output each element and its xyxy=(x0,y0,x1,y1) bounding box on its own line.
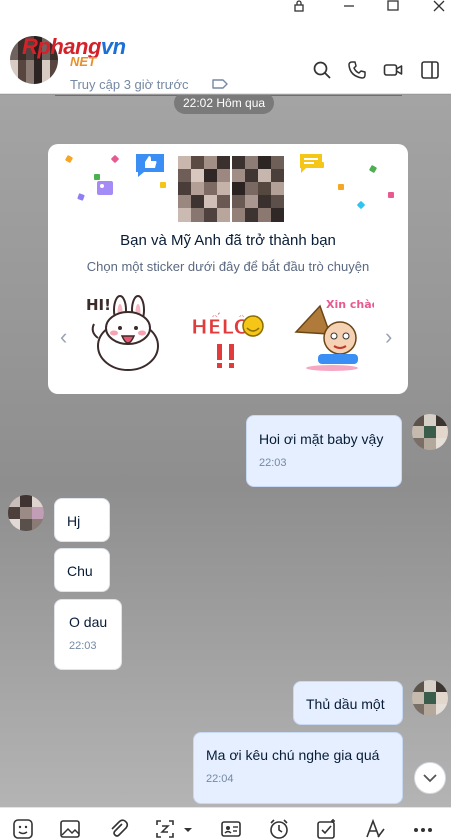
composer-toolbar xyxy=(0,807,451,840)
sticker-icon[interactable] xyxy=(12,818,34,840)
xin-chao-sticker-text: Xin chào xyxy=(326,298,374,311)
sticker-prev-arrow[interactable]: ‹ xyxy=(60,324,67,350)
user-avatar-pixelated xyxy=(178,156,230,222)
message-text: Hj xyxy=(67,513,81,529)
text-format-icon[interactable] xyxy=(364,818,386,840)
photo-decoration-icon xyxy=(97,181,113,195)
watermark-net: NET xyxy=(70,54,96,69)
message-time: 22:03 xyxy=(259,457,287,469)
phone-icon[interactable] xyxy=(347,60,367,80)
message-bubble-sent[interactable]: Hoi ơi mặt baby vậy 22:03 xyxy=(246,415,402,487)
chevron-down-icon xyxy=(423,774,437,783)
confetti-decoration xyxy=(64,154,74,164)
message-text: O dau xyxy=(69,614,108,630)
confetti-decoration xyxy=(110,154,120,164)
search-icon[interactable] xyxy=(312,60,332,80)
message-bubble-received[interactable]: Chu xyxy=(54,548,110,592)
xin-chao-sticker[interactable]: Xin chào xyxy=(292,292,374,374)
confetti-decoration xyxy=(368,164,378,174)
my-avatar[interactable] xyxy=(412,680,448,716)
message-text: Ma ơi kêu chú nghe gia quá xyxy=(206,747,380,763)
hi-sticker-text: HI! xyxy=(86,296,111,314)
message-text: Chu xyxy=(67,563,93,579)
message-text: Hoi ơi mặt baby vậy xyxy=(259,431,384,447)
new-friend-card: Bạn và Mỹ Anh đã trở thành bạn Chọn một … xyxy=(48,144,408,394)
thumbs-up-chat-icon xyxy=(136,154,164,177)
attach-file-icon[interactable] xyxy=(107,818,129,840)
scroll-to-bottom-button[interactable] xyxy=(414,762,446,794)
chat-area[interactable]: 22:02 Hôm qua Bạn và Mỹ Anh đã trở thành… xyxy=(0,95,451,807)
task-checklist-icon[interactable] xyxy=(316,818,338,840)
contact-card-icon[interactable] xyxy=(220,818,242,840)
chat-bubble-decoration-icon xyxy=(300,154,322,173)
confetti-decoration xyxy=(388,192,394,198)
hello-sticker-text: HẾLÔ xyxy=(191,313,250,339)
image-icon[interactable] xyxy=(59,818,81,840)
conversation-header: Rphangvn NET Truy cập 3 giờ trước xyxy=(0,14,451,94)
confetti-decoration xyxy=(338,184,344,190)
minimize-icon[interactable] xyxy=(342,0,356,12)
hello-sticker[interactable]: HẾLÔ xyxy=(187,292,269,374)
message-time: 22:04 xyxy=(206,773,234,785)
video-call-icon[interactable] xyxy=(383,60,403,80)
conversation-info-icon[interactable] xyxy=(420,60,440,80)
hi-sticker[interactable]: HI! xyxy=(84,292,166,374)
message-bubble-sent[interactable]: Ma ơi kêu chú nghe gia quá 22:04 xyxy=(193,732,403,804)
screenshot-icon[interactable] xyxy=(154,818,176,840)
confetti-decoration xyxy=(77,193,85,201)
time-divider-label: 22:02 Hôm qua xyxy=(174,95,275,114)
close-icon[interactable] xyxy=(432,0,446,12)
screenshot-options-icon[interactable] xyxy=(181,818,195,840)
message-bubble-received[interactable]: O dau 22:03 xyxy=(54,599,122,670)
message-text: Thủ dầu một xyxy=(306,696,385,712)
window-titlebar xyxy=(0,0,451,14)
confetti-decoration xyxy=(160,182,166,188)
my-avatar[interactable] xyxy=(412,414,448,450)
friend-card-subtitle: Chọn một sticker dưới đây để bắt đầu trò… xyxy=(86,259,370,274)
message-time: 22:03 xyxy=(69,640,97,652)
friend-card-title: Bạn và Mỹ Anh đã trở thành bạn xyxy=(120,232,336,249)
last-seen-status: Truy cập 3 giờ trước xyxy=(70,77,189,92)
reminder-clock-icon[interactable] xyxy=(268,818,290,840)
contact-small-avatar[interactable] xyxy=(8,495,44,531)
maximize-icon[interactable] xyxy=(386,0,400,12)
contact-avatar-pixelated xyxy=(232,156,284,222)
confetti-decoration xyxy=(356,200,366,210)
more-options-icon[interactable] xyxy=(412,818,434,840)
tag-icon[interactable] xyxy=(212,78,228,90)
message-bubble-sent[interactable]: Thủ dầu một xyxy=(293,681,403,725)
pin-icon[interactable] xyxy=(292,0,306,12)
message-bubble-received[interactable]: Hj xyxy=(54,498,110,542)
sticker-next-arrow[interactable]: › xyxy=(385,324,392,350)
